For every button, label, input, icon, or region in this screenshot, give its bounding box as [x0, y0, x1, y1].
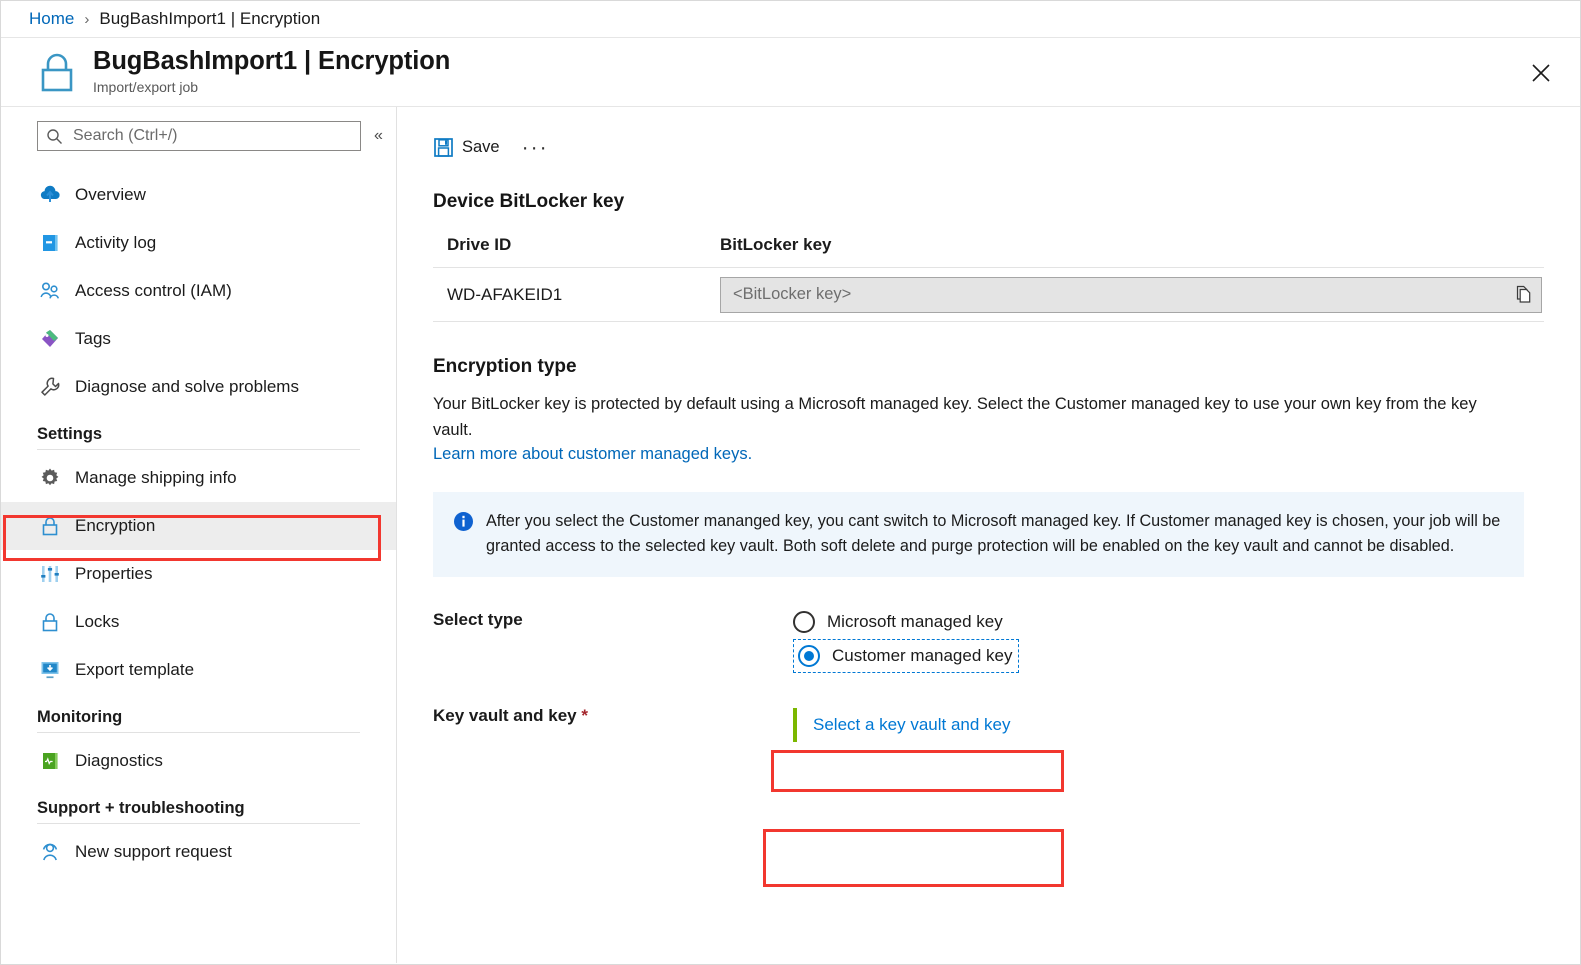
close-icon[interactable] [1524, 56, 1558, 90]
encryption-type-title: Encryption type [433, 356, 577, 377]
bitlocker-key-table: Drive ID BitLocker key WD-AFAKEID1 [433, 235, 1544, 322]
search-input[interactable] [71, 126, 352, 146]
support-person-icon [37, 839, 63, 865]
bitlocker-key-input[interactable] [731, 284, 1509, 305]
select-key-vault-link: Select a key vault and key [813, 715, 1011, 735]
tag-icon [37, 326, 63, 352]
key-vault-label-text: Key vault and key [433, 706, 577, 726]
encryption-type-block: Encryption type Your BitLocker key is pr… [397, 356, 1580, 464]
search-box[interactable] [37, 121, 361, 151]
sidebar-item-export-template[interactable]: Export template [1, 646, 396, 694]
save-disk-icon [433, 137, 454, 158]
radio-mark [793, 611, 815, 634]
device-bitlocker-key-title: Device BitLocker key [433, 191, 625, 212]
breadcrumb: Home › BugBashImport1 | Encryption [1, 1, 1580, 38]
select-type-row: Select type Microsoft managed key Custom… [397, 605, 1580, 674]
sidebar-item-label: Activity log [75, 233, 157, 252]
info-icon [453, 509, 474, 558]
sidebar-item-label: Diagnostics [75, 751, 163, 770]
sidebar-item-label: New support request [75, 842, 232, 861]
select-type-radio-group: Microsoft managed key Customer managed k… [793, 605, 1020, 674]
radio-customer-managed-key[interactable]: Customer managed key [793, 639, 1020, 674]
sidebar-group-title-settings: Settings [37, 425, 103, 443]
select-key-vault-button[interactable]: Select a key vault and key [793, 701, 1011, 749]
export-template-icon [37, 657, 63, 683]
column-header-drive-id: Drive ID [447, 235, 512, 254]
radio-microsoft-managed-key[interactable]: Microsoft managed key [793, 605, 1019, 639]
breadcrumb-separator: › [84, 10, 90, 28]
bitlocker-key-field[interactable] [720, 276, 1542, 313]
command-bar: Save ··· [397, 107, 1580, 169]
sidebar-item-properties[interactable]: Properties [1, 550, 396, 598]
encryption-type-description: Your BitLocker key is protected by defau… [433, 395, 1477, 439]
sidebar-item-access-control[interactable]: Access control (IAM) [1, 267, 396, 315]
search-icon [46, 128, 63, 145]
sidebar-item-label: Properties [75, 564, 153, 583]
sidebar-item-label: Overview [75, 185, 146, 204]
sidebar-item-label: Manage shipping info [75, 468, 237, 487]
accent-bar [793, 708, 797, 743]
sidebar-item-label: Locks [75, 612, 120, 631]
people-icon [37, 278, 63, 304]
sidebar-item-activity-log[interactable]: Activity log [1, 219, 396, 267]
sidebar-item-label: Access control (IAM) [75, 281, 232, 300]
divider [37, 449, 360, 450]
main-content: Save ··· Device BitLocker key Drive ID B… [397, 107, 1580, 963]
sidebar-item-label: Export template [75, 660, 195, 679]
sidebar-item-diagnostics[interactable]: Diagnostics [1, 737, 396, 785]
sidebar-item-locks[interactable]: Locks [1, 598, 396, 646]
learn-more-link[interactable]: Learn more about customer managed keys. [433, 445, 752, 464]
key-vault-row: Key vault and key * Select a key vault a… [397, 701, 1580, 749]
divider [37, 823, 360, 824]
activity-log-icon [37, 230, 63, 256]
sidebar-item-new-support-request[interactable]: New support request [1, 828, 396, 876]
sidebar-item-tags[interactable]: Tags [1, 315, 396, 363]
sidebar-item-diagnose[interactable]: Diagnose and solve problems [1, 363, 396, 411]
breadcrumb-current: BugBashImport1 | Encryption [99, 9, 321, 28]
sidebar-item-manage-shipping-info[interactable]: Manage shipping info [1, 454, 396, 502]
sidebar-item-label: Tags [75, 329, 111, 348]
radio-label: Customer managed key [832, 646, 1013, 666]
save-label: Save [462, 137, 500, 156]
gear-icon [37, 465, 63, 491]
page-subtitle: Import/export job [93, 78, 199, 95]
lock-icon [35, 47, 79, 95]
required-marker: * [581, 706, 588, 726]
info-banner: After you select the Customer mananged k… [433, 492, 1524, 578]
copy-icon[interactable] [1509, 285, 1533, 304]
save-button[interactable]: Save [433, 137, 500, 158]
sidebar-item-label: Encryption [75, 516, 156, 535]
annotation-box-customer-managed-key [771, 750, 1064, 792]
sidebar: « Overview [1, 107, 397, 963]
info-banner-text: After you select the Customer mananged k… [486, 512, 1501, 555]
blade-header: BugBashImport1 | Encryption Import/expor… [1, 38, 1580, 107]
page-title: BugBashImport1 | Encryption [93, 47, 451, 75]
more-commands-button[interactable]: ··· [516, 135, 555, 160]
sliders-icon [37, 561, 63, 587]
collapse-sidebar-icon[interactable]: « [374, 128, 383, 144]
radio-mark [798, 645, 820, 668]
annotation-box-key-vault [763, 829, 1064, 887]
radio-label: Microsoft managed key [827, 612, 1003, 632]
sidebar-group-title-monitoring: Monitoring [37, 708, 123, 726]
azure-portal-blade: Home › BugBashImport1 | Encryption BugBa… [0, 0, 1581, 965]
cell-drive-id: WD-AFAKEID1 [447, 284, 563, 304]
cloud-upload-icon [37, 182, 63, 208]
sidebar-item-label: Diagnose and solve problems [75, 377, 299, 396]
lock-icon [37, 609, 63, 635]
table-header-row: Drive ID BitLocker key [433, 235, 1544, 268]
column-header-bitlocker-key: BitLocker key [720, 235, 832, 254]
sidebar-search-row: « [1, 121, 396, 151]
table-row: WD-AFAKEID1 [433, 268, 1544, 322]
breadcrumb-home-link[interactable]: Home [29, 9, 74, 29]
select-type-label: Select type [433, 610, 523, 630]
lock-icon [37, 513, 63, 539]
diagnostics-icon [37, 748, 63, 774]
wrench-icon [37, 374, 63, 400]
sidebar-group-title-support: Support + troubleshooting [37, 799, 245, 817]
sidebar-item-encryption[interactable]: Encryption [1, 502, 396, 550]
divider [37, 732, 360, 733]
sidebar-item-overview[interactable]: Overview [1, 171, 396, 219]
key-vault-label: Key vault and key * [433, 701, 793, 726]
